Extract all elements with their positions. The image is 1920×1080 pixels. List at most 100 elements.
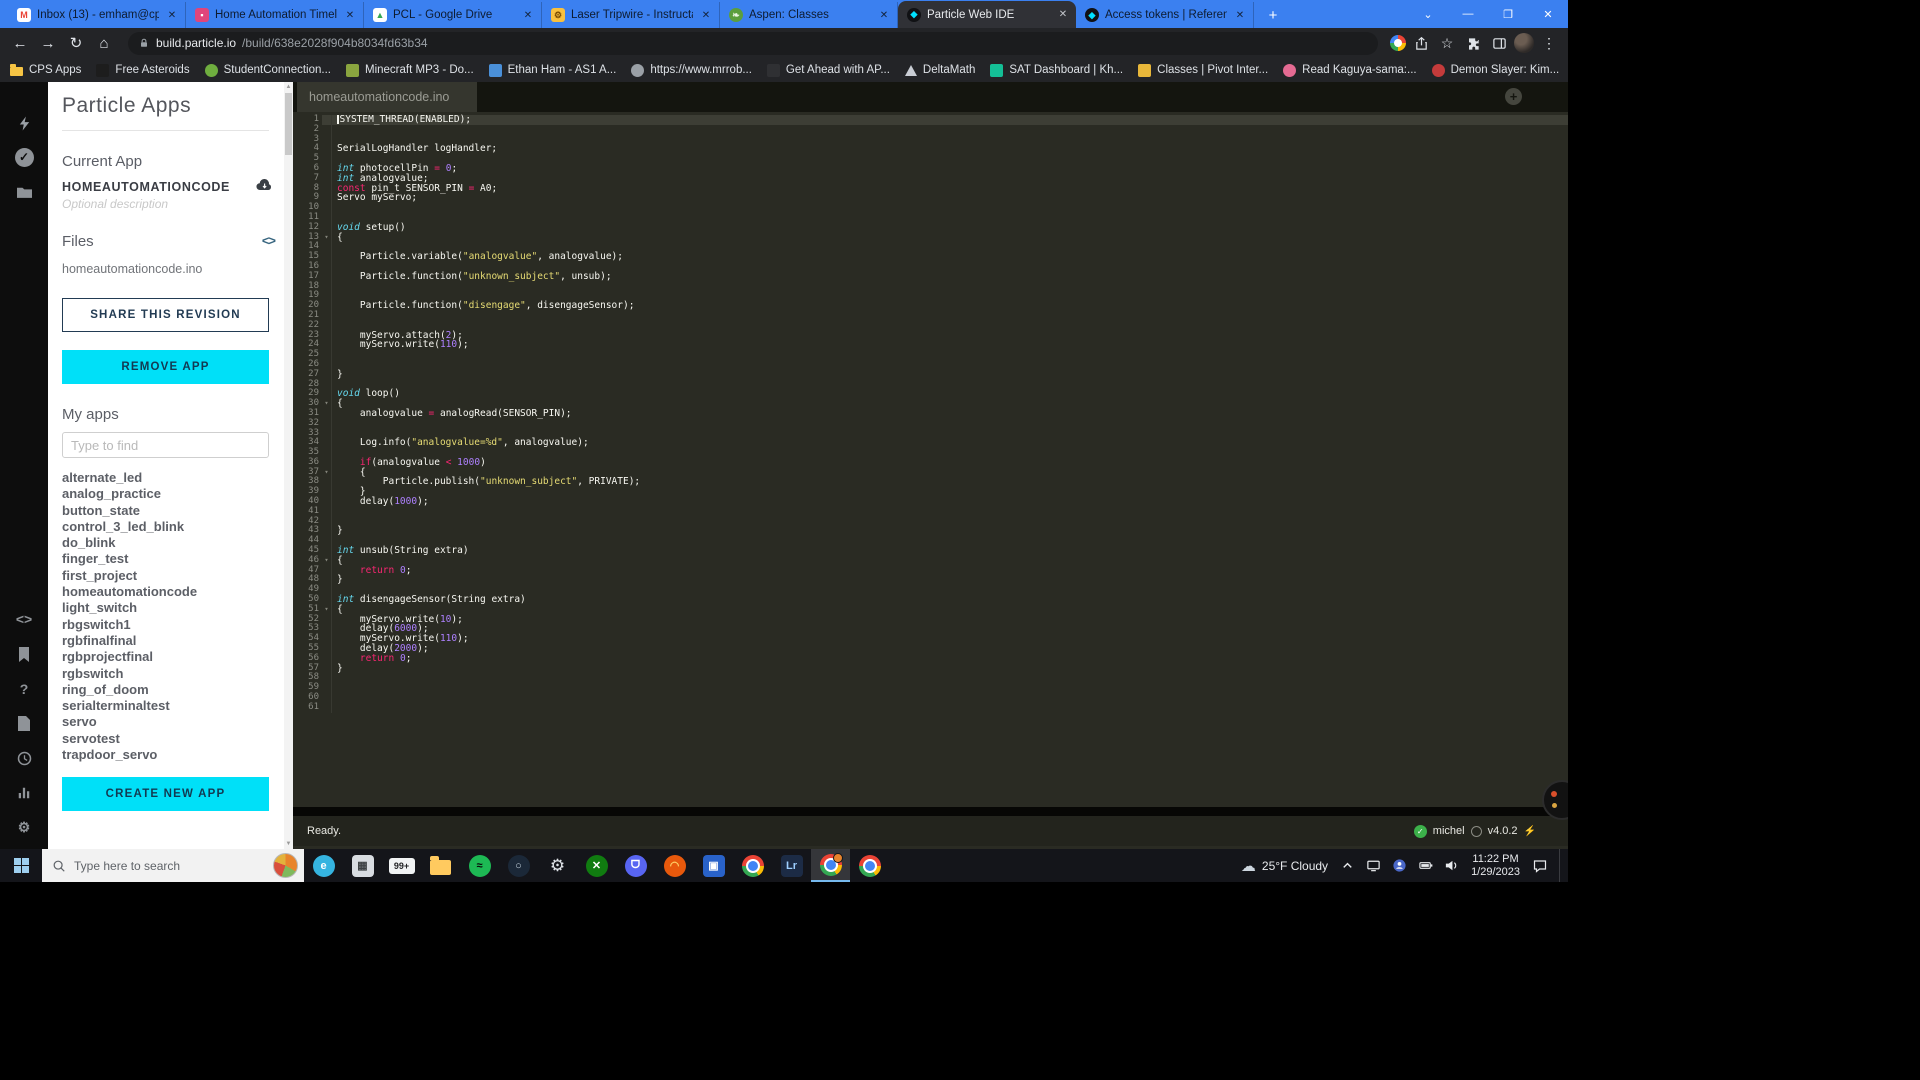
code-line[interactable]: 47 return 0; [293,566,1568,576]
forward-icon[interactable]: → [36,31,60,55]
app-list-item[interactable]: light_switch [62,600,269,616]
code-line[interactable]: 8const pin_t SENSOR_PIN = A0; [293,184,1568,194]
code-line[interactable]: 27} [293,370,1568,380]
app-search-input[interactable] [62,432,269,458]
usage-chart-icon[interactable] [0,780,48,806]
app-list-item[interactable]: first_project [62,568,269,584]
app-list-item[interactable]: button_state [62,503,269,519]
code-line[interactable]: 25 [293,350,1568,360]
share-icon[interactable] [1410,32,1432,54]
code-line[interactable]: 43} [293,526,1568,536]
code-line[interactable]: 55 delay(2000); [293,644,1568,654]
taskbar-clock[interactable]: 11:22 PM 1/29/2023 [1471,853,1520,879]
start-button[interactable] [0,849,42,882]
scrollbar-thumb[interactable] [285,93,292,155]
taskbar-app-firefox[interactable]: ◠ [655,849,694,882]
code-line[interactable]: 11 [293,213,1568,223]
bookmark-item[interactable]: https://www.mrrob... [631,64,752,77]
tab-close-icon[interactable]: ✕ [521,10,535,21]
code-icon[interactable]: <> [0,606,48,632]
address-bar[interactable]: build.particle.io/build/638e2028f904b803… [128,32,1378,55]
code-line[interactable]: 50int disengageSensor(String extra) [293,595,1568,605]
app-list-item[interactable]: rgbswitch [62,666,269,682]
taskbar-app-edge[interactable]: e [304,849,343,882]
code-area[interactable]: 1SYSTEM_THREAD(ENABLED);234SerialLogHand… [293,112,1568,807]
maximize-button[interactable]: ❐ [1488,8,1528,21]
browser-tab-particle[interactable]: ◆Particle Web IDE✕ [898,1,1076,28]
fold-arrow-icon[interactable]: ▾ [322,468,331,478]
teams-icon[interactable] [1391,857,1408,874]
minimize-button[interactable]: — [1448,8,1488,20]
bookmark-item[interactable]: Get Ahead with AP... [767,64,890,77]
profile-avatar[interactable] [1514,33,1534,53]
sidebar-scrollbar[interactable]: ▲ ▼ [284,82,293,849]
show-desktop-button[interactable] [1559,849,1564,882]
close-button[interactable]: ✕ [1528,8,1568,21]
code-line[interactable]: 17 Particle.function("unknown_subject", … [293,272,1568,282]
user-status-icon[interactable]: ✓ [1414,825,1427,838]
app-list-item[interactable]: trapdoor_servo [62,747,269,763]
remove-app-button[interactable]: REMOVE APP [62,350,269,384]
taskbar-app-steam[interactable]: ○ [499,849,538,882]
hidden-icons-chevron-icon[interactable] [1339,857,1356,874]
code-line[interactable]: 42 [293,517,1568,527]
code-line[interactable]: 41 [293,507,1568,517]
taskbar-app-discord[interactable]: ᗜ [616,849,655,882]
weather-widget[interactable]: ☁ 25°F Cloudy [1241,857,1328,875]
code-line[interactable]: 9Servo myServo; [293,193,1568,203]
scroll-down-icon[interactable]: ▼ [284,841,293,847]
code-line[interactable]: 18 [293,282,1568,292]
code-line[interactable]: 40 delay(1000); [293,497,1568,507]
volume-icon[interactable] [1443,857,1460,874]
console-clock-icon[interactable] [0,745,48,771]
taskbar-app-xbox[interactable]: ✕ [577,849,616,882]
code-line[interactable]: 38 Particle.publish("unknown_subject", P… [293,477,1568,487]
code-view-icon[interactable]: <> [262,233,275,248]
help-icon[interactable]: ? [0,676,48,702]
app-list-item[interactable]: analog_practice [62,486,269,502]
notification-center-icon[interactable] [1531,857,1548,874]
code-line[interactable]: 53 delay(6000); [293,624,1568,634]
taskbar-app-settings[interactable]: ⚙ [538,849,577,882]
code-line[interactable]: 57} [293,664,1568,674]
bookmark-item[interactable]: CPS Apps [10,64,81,76]
bookmark-item[interactable]: Demon Slayer: Kim... [1432,64,1560,77]
fold-arrow-icon[interactable]: ▾ [322,233,331,243]
app-list-item[interactable]: control_3_led_blink [62,519,269,535]
menu-dots-icon[interactable]: ⋮ [1538,32,1560,54]
cloud-download-icon[interactable] [255,177,275,192]
code-line[interactable]: 32 [293,419,1568,429]
code-line[interactable]: 39 } [293,487,1568,497]
browser-tab-instructables[interactable]: ⚙Laser Tripwire - Instructables✕ [542,2,720,28]
browser-tab-drive[interactable]: ▲PCL - Google Drive✕ [364,2,542,28]
bookmark-item[interactable]: Minecraft MP3 - Do... [346,64,474,77]
code-line[interactable]: 22 [293,321,1568,331]
code-line[interactable]: 4SerialLogHandler logHandler; [293,144,1568,154]
bookmark-item[interactable]: Ethan Ham - AS1 A... [489,64,617,77]
tab-close-icon[interactable]: ✕ [877,10,891,21]
code-line[interactable]: 36 if(analogvalue < 1000) [293,458,1568,468]
code-line[interactable]: 5 [293,154,1568,164]
app-list-item[interactable]: finger_test [62,551,269,567]
save-folder-icon[interactable] [0,180,48,206]
verify-icon[interactable]: ✓ [0,144,48,170]
app-list-item[interactable]: rgbprojectfinal [62,649,269,665]
editor-add-icon[interactable]: + [1505,88,1522,105]
scroll-up-icon[interactable]: ▲ [284,84,293,90]
app-list-item[interactable]: servotest [62,731,269,747]
bookmark-item[interactable]: Read Kaguya-sama:... [1283,64,1416,77]
code-line[interactable]: 34 Log.info("analogvalue=%d", analogvalu… [293,438,1568,448]
taskbar-app-calculator[interactable]: ▦ [343,849,382,882]
docs-icon[interactable] [0,710,48,736]
tab-close-icon[interactable]: ✕ [1233,10,1247,21]
app-list-item[interactable]: servo [62,714,269,730]
code-line[interactable]: 15 Particle.variable("analogvalue", anal… [293,252,1568,262]
extensions-puzzle-icon[interactable] [1462,32,1484,54]
fold-arrow-icon[interactable]: ▾ [322,605,331,615]
taskbar-app-spotify[interactable]: ≈ [460,849,499,882]
side-panel-icon[interactable] [1488,32,1510,54]
code-line[interactable]: 56 return 0; [293,654,1568,664]
libraries-bookmark-icon[interactable] [0,641,48,667]
app-list-item[interactable]: rbgswitch1 [62,617,269,633]
monitor-icon[interactable] [1365,857,1382,874]
